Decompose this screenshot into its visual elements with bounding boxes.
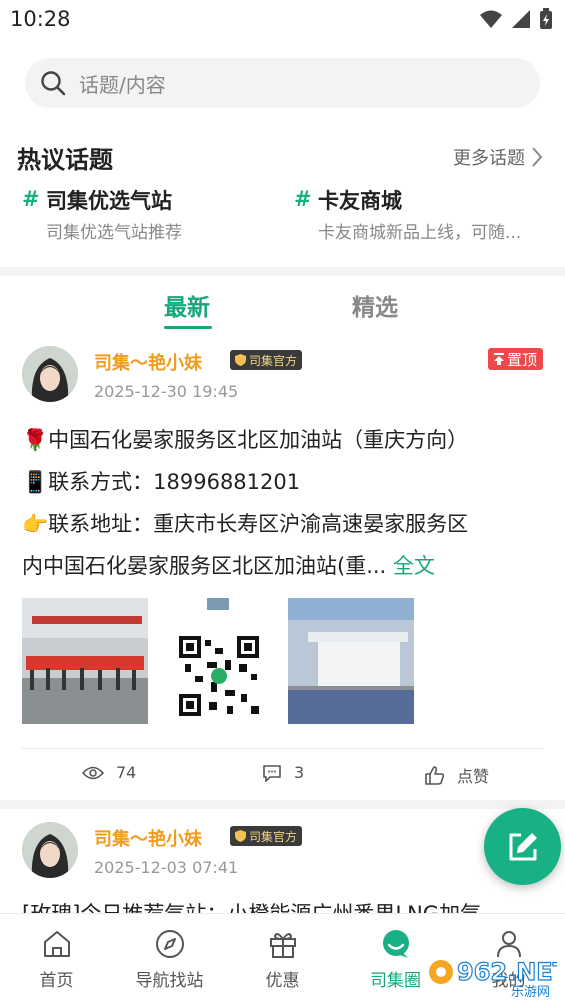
nav-label: 司集圈 <box>370 971 421 991</box>
watermark-subtext: 乐游网 <box>511 985 550 998</box>
search-input[interactable]: 话题/内容 <box>25 58 540 108</box>
hot-topics-title: 热议话题 <box>17 146 113 174</box>
status-icons <box>479 8 553 30</box>
shield-icon <box>235 830 246 842</box>
pin-badge: 置顶 <box>487 348 543 370</box>
official-badge-label: 司集官方 <box>249 829 298 844</box>
tab-latest[interactable]: 最新 <box>164 288 210 322</box>
tab-indicator <box>164 326 212 329</box>
thumbs-up-icon <box>425 765 445 785</box>
official-badge: 司集官方 <box>230 826 303 846</box>
signal-icon <box>512 10 530 28</box>
status-bar: 10:28 <box>0 0 565 40</box>
tab-featured[interactable]: 精选 <box>352 288 398 322</box>
avatar[interactable] <box>22 346 78 402</box>
official-badge: 司集官方 <box>230 350 303 370</box>
post-image[interactable] <box>22 598 148 724</box>
home-icon <box>43 931 70 957</box>
pin-arrow-icon <box>493 353 504 365</box>
post-image[interactable] <box>288 598 414 724</box>
comment-icon <box>263 764 281 782</box>
nav-label: 导航找站 <box>135 971 204 991</box>
circle-chat-icon <box>382 930 409 958</box>
watermark-text: 962.NET <box>457 958 557 986</box>
battery-icon <box>540 8 552 29</box>
nav-label: 优惠 <box>265 971 300 991</box>
post-time: 2025-12-03 07:41 <box>94 858 239 877</box>
post-separator <box>22 748 543 749</box>
post-text-tail: 内中国石化晏家服务区北区加油站(重... <box>22 554 387 578</box>
like-button[interactable]: 点赞 <box>425 763 489 787</box>
nav-label: 首页 <box>39 971 74 991</box>
gift-icon <box>269 933 296 958</box>
topic-name: 司集优选气站 <box>46 189 172 213</box>
post-text-line: 👉联系地址：重庆市长寿区沪渝高速晏家服务区 <box>22 512 469 536</box>
compass-icon <box>155 930 184 958</box>
author-name[interactable]: 司集～艳小妹 <box>94 825 202 851</box>
search-placeholder: 话题/内容 <box>79 72 166 97</box>
view-count-value: 74 <box>116 763 137 782</box>
more-topics-label: 更多话题 <box>453 148 525 169</box>
section-divider <box>0 267 565 276</box>
eye-icon <box>82 766 104 779</box>
topic-desc: 司集优选气站推荐 <box>46 223 182 243</box>
post-text-line: 内中国石化晏家服务区北区加油站(重... 全文 <box>22 550 435 580</box>
fulltext-link[interactable]: 全文 <box>393 554 435 578</box>
status-time: 10:28 <box>10 7 71 31</box>
post-image[interactable] <box>155 598 281 724</box>
post-text-line: 🌹中国石化晏家服务区北区加油站（重庆方向） <box>22 428 469 452</box>
avatar[interactable] <box>22 822 78 878</box>
pin-label: 置顶 <box>506 350 537 369</box>
view-count: 74 <box>82 763 136 782</box>
hash-icon: # <box>22 187 40 211</box>
topic-name: 卡友商城 <box>318 189 402 213</box>
search-icon <box>41 71 66 96</box>
comment-count: 3 <box>294 763 305 782</box>
hash-icon: # <box>294 187 312 211</box>
post-text-line: 📱联系方式：18996881201 <box>22 470 301 494</box>
like-label: 点赞 <box>457 767 490 786</box>
compose-button[interactable] <box>484 808 561 885</box>
nav-navigation[interactable]: 导航找站 <box>113 928 226 991</box>
nav-home[interactable]: 首页 <box>0 928 113 991</box>
edit-icon <box>509 832 537 860</box>
post-time: 2025-12-30 19:45 <box>94 382 239 401</box>
watermark-logo: 962.NET 乐游网 <box>427 950 565 1000</box>
chevron-right-icon <box>532 147 543 167</box>
comment-button[interactable]: 3 <box>262 763 304 782</box>
official-badge-label: 司集官方 <box>249 353 298 368</box>
section-divider <box>0 800 565 809</box>
more-topics-link[interactable]: 更多话题 <box>453 144 543 170</box>
author-name[interactable]: 司集～艳小妹 <box>94 349 202 375</box>
nav-deals[interactable]: 优惠 <box>226 928 339 991</box>
shield-icon <box>235 354 246 366</box>
wifi-icon <box>480 10 502 28</box>
topic-desc: 卡友商城新品上线，可随... <box>318 223 522 243</box>
